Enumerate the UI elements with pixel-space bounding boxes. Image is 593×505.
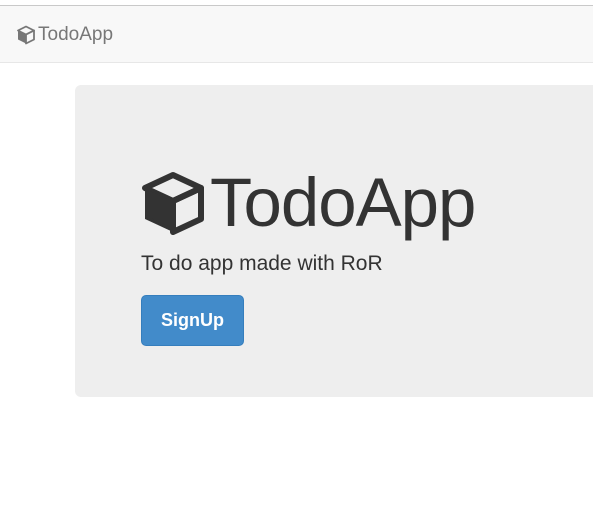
navbar: TodoApp — [0, 6, 593, 63]
hero-tagline: To do app made with RoR — [141, 252, 383, 275]
cube-icon — [140, 170, 206, 236]
jumbotron: TodoApp To do app made with RoR SignUp — [75, 85, 593, 397]
hero-title-text: TodoApp — [210, 164, 476, 241]
navbar-brand-text: TodoApp — [38, 24, 114, 45]
navbar-brand-link[interactable]: TodoApp — [16, 22, 113, 48]
hero-title: TodoApp — [140, 163, 476, 243]
cube-icon — [16, 25, 36, 45]
signup-button[interactable]: SignUp — [141, 295, 244, 346]
